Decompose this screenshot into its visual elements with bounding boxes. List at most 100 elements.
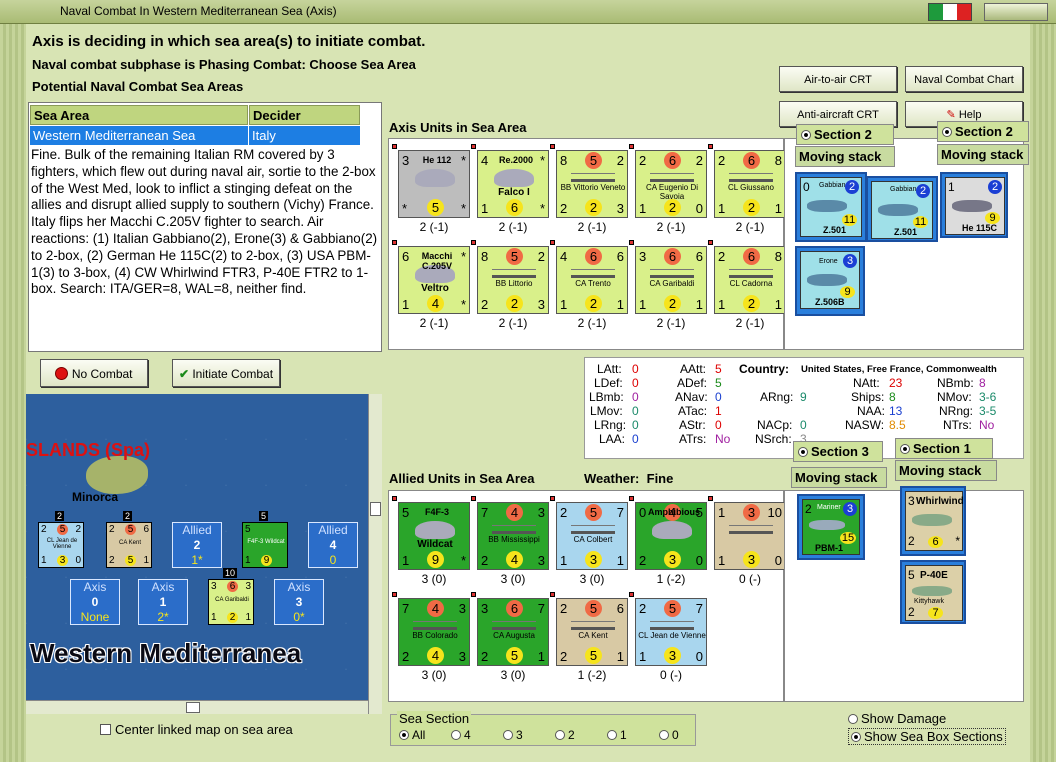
unit-counter[interactable]: 2 Mariner 3 15 PBM-1 [802, 499, 860, 555]
center-map-checkbox[interactable]: Center linked map on sea area [100, 722, 293, 737]
unit-counter[interactable]: 6 * 1 * 4 Macchi C.205V Veltro [398, 246, 470, 314]
stack-gabbiano-1[interactable]: 0 Gabbiano 2 11 Z.501 [795, 172, 867, 242]
unit-counter[interactable]: 4 6 6 1 1 2 CA Trento [556, 246, 628, 314]
counter-tm: 6 [585, 248, 602, 265]
mini-counter-garibaldi[interactable]: 10 3 6 3 CA Garibaldi 1 2 1 [208, 568, 254, 625]
section-radio[interactable] [900, 444, 910, 454]
map-box-allied-4[interactable]: Allied 4 0 [308, 522, 358, 568]
map-vertical-scrollbar[interactable] [368, 394, 382, 714]
allied-section-3-tab[interactable]: Section 3 [793, 441, 883, 462]
row-sea-area[interactable]: Western Mediterranean Sea [30, 126, 248, 145]
sea-section-option-0[interactable]: 0 [659, 728, 679, 742]
section-radio[interactable] [942, 127, 952, 137]
map-horizontal-scrollbar[interactable] [26, 700, 368, 714]
counter-strength: 2 (-1) [577, 220, 607, 234]
mini-counter-wildcat[interactable]: 5 5 F4F-3 Wildcat 1 9 [242, 511, 288, 568]
counter-tl: 7 [481, 505, 489, 520]
unit-counter[interactable]: 8 2 5 2 3 2 BB Littorio [477, 246, 549, 314]
axis-section-2a-tab[interactable]: Section 2 [796, 124, 894, 145]
unit-counter[interactable]: 1 2 9 He 115C [945, 177, 1005, 235]
stack-p40e[interactable]: 5 P-40E Kittyhawk 2 7 [900, 560, 966, 624]
sea-section-option-All[interactable]: All [399, 728, 425, 742]
unit-counter[interactable]: 5 P-40E Kittyhawk 2 7 [905, 565, 963, 621]
unit-counter[interactable]: 2 7 5 1 0 3 CL Jean de Vienne [635, 598, 707, 666]
radio-button[interactable] [503, 730, 513, 740]
no-combat-button[interactable]: No Combat [40, 359, 148, 387]
map-box-axis-3[interactable]: Axis 3 0* [274, 579, 324, 625]
naval-combat-chart-button[interactable]: Naval Combat Chart [905, 66, 1023, 92]
counter-name: F4F-3 [424, 507, 449, 517]
unit-counter[interactable]: 4 * 1 * 6 Re.2000 Falco I [477, 150, 549, 218]
allied-moving-stack-b: Moving stack [895, 460, 997, 481]
status-line: Axis is deciding in which sea area(s) to… [32, 33, 426, 50]
toggle-radio[interactable] [851, 732, 861, 742]
counter-br: 3 [537, 297, 545, 312]
mini-counter-jean-de-vienne[interactable]: 2 2 5 2 CL Jean de Vienne 1 3 0 [38, 511, 84, 568]
counter-tr: 3 [458, 601, 466, 616]
radio-button[interactable] [659, 730, 669, 740]
unit-counter[interactable]: 1 10 3 1 0 3 [714, 502, 786, 570]
unit-counter[interactable]: Gabbiano 2 11 Z.501 [871, 181, 933, 239]
radio-button[interactable] [451, 730, 461, 740]
unit-counter[interactable]: 8 2 5 2 3 2 BB Vittorio Veneto [556, 150, 628, 218]
unit-counter[interactable]: 7 3 4 2 3 4 BB Colorado [398, 598, 470, 666]
unit-counter[interactable]: 0 Gabbiano 2 11 Z.501 [800, 177, 862, 237]
checkbox-box[interactable] [100, 724, 111, 735]
counter-bl: 2 [481, 649, 489, 664]
unit-counter[interactable]: 7 3 4 2 3 4 BB Mississippi [477, 502, 549, 570]
stack-mariner[interactable]: 2 Mariner 3 15 PBM-1 [797, 494, 865, 560]
initiate-combat-button[interactable]: ✔ Initiate Combat [172, 359, 280, 387]
radio-button[interactable] [607, 730, 617, 740]
unit-counter[interactable]: 5 1 * 9 F4F-3 Wildcat [398, 502, 470, 570]
row-decider[interactable]: Italy [249, 126, 360, 145]
counter-bl: 1 [718, 553, 726, 568]
linked-map[interactable]: SLANDS (Spa) Minorca Western Mediterrane… [26, 394, 368, 700]
status-dot [629, 496, 634, 501]
radio-button[interactable] [399, 730, 409, 740]
stack-erone[interactable]: Erone 3 9 Z.506B [795, 246, 865, 316]
counter-strength: 1 (-2) [577, 668, 607, 682]
radio-button[interactable] [555, 730, 565, 740]
show-damage-toggle[interactable]: Show Damage [848, 711, 946, 726]
fighter-icon [912, 586, 952, 596]
unit-counter[interactable]: 3 Whirlwind 2 6 * [905, 491, 964, 551]
unit-counter[interactable]: Erone 3 9 Z.506B [800, 251, 860, 309]
air-to-air-crt-button[interactable]: Air-to-air CRT [779, 66, 897, 92]
counter-bm: 3 [585, 551, 602, 568]
unit-counter[interactable]: 3 * * * 5 He 112 [398, 150, 470, 218]
unit-counter[interactable]: 2 8 6 1 1 2 CL Giussano [714, 150, 786, 218]
unit-counter[interactable]: 3 7 6 2 1 5 CA Augusta [477, 598, 549, 666]
nbmb-value: 8 [979, 376, 986, 390]
unit-counter[interactable]: 2 6 5 2 1 5 CA Kent [556, 598, 628, 666]
section-radio[interactable] [798, 447, 808, 457]
unit-counter[interactable]: 2 2 6 1 0 2 CA Eugenio Di Savoia [635, 150, 707, 218]
counter-tm: 6 [743, 152, 760, 169]
unit-counter[interactable]: 2 7 5 1 1 3 CA Colbert [556, 502, 628, 570]
mini-counter-kent[interactable]: 2 2 5 6 CA Kent 2 5 1 [106, 511, 152, 568]
counter-tr: 6 [616, 249, 624, 264]
allied-section-1-tab[interactable]: Section 1 [895, 438, 993, 459]
sea-section-option-4[interactable]: 4 [451, 728, 471, 742]
scroll-thumb[interactable] [370, 502, 381, 516]
stack-he115c[interactable]: 1 2 9 He 115C [940, 172, 1008, 238]
counter-bm: 2 [743, 199, 760, 216]
window-controls[interactable] [984, 3, 1048, 21]
map-box-axis-1[interactable]: Axis 1 2* [138, 579, 188, 625]
map-box-allied-2[interactable]: Allied 2 1* [172, 522, 222, 568]
stack-whirlwind[interactable]: 3 Whirlwind 2 6 * [900, 486, 966, 556]
unit-counter[interactable]: 2 8 6 1 1 2 CL Cadorna [714, 246, 786, 314]
unit-counter[interactable]: 0 5 4 2 0 3 Amphibious [635, 502, 707, 570]
unit-counter[interactable]: 3 6 6 1 1 2 CA Garibaldi [635, 246, 707, 314]
axis-section-2b-tab[interactable]: Section 2 [937, 121, 1029, 142]
islands-label: SLANDS (Spa) [26, 440, 151, 460]
sea-section-option-2[interactable]: 2 [555, 728, 575, 742]
sea-section-option-3[interactable]: 3 [503, 728, 523, 742]
sea-section-option-1[interactable]: 1 [607, 728, 627, 742]
toggle-radio[interactable] [848, 714, 858, 724]
stack-gabbiano-2[interactable]: Gabbiano 2 11 Z.501 [866, 176, 938, 242]
section-radio[interactable] [801, 130, 811, 140]
scroll-thumb[interactable] [186, 702, 200, 713]
map-box-axis-0[interactable]: Axis 0 None [70, 579, 120, 625]
counter-name: CA Trento [575, 279, 611, 288]
show-sections-toggle[interactable]: Show Sea Box Sections [848, 728, 1006, 745]
